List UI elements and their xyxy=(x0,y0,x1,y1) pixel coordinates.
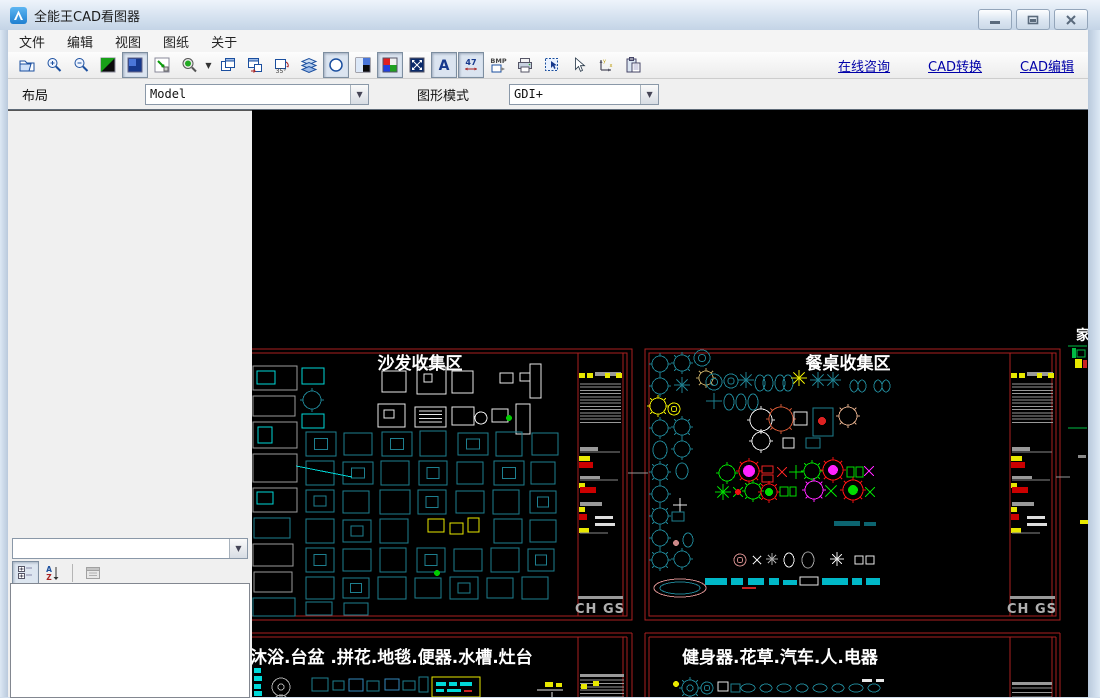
svg-text:Z: Z xyxy=(46,573,52,582)
cad-side-frame-label: 家 xyxy=(1076,327,1088,344)
display-half-icon-button[interactable] xyxy=(350,52,376,78)
cad-frame-title-2: 沐浴.台盆 .拼花.地毯.便器.水槽.灶台 xyxy=(252,647,533,668)
main-toolbar: ▼ 35° A 47 BMP x y 在线咨询 CAD转换 CAD编辑 xyxy=(8,52,1088,79)
chevron-down-icon[interactable]: ▼ xyxy=(640,84,659,104)
graphics-mode-label: 图形模式 xyxy=(417,88,470,104)
close-button[interactable] xyxy=(1054,9,1088,30)
toolbar-icons: ▼ 35° A 47 BMP x y xyxy=(14,52,647,78)
window-new-icon-button[interactable] xyxy=(242,52,268,78)
layers-icon-button[interactable] xyxy=(296,52,322,78)
window-title: 全能王CAD看图器 xyxy=(34,9,140,25)
svg-text:A: A xyxy=(439,58,450,74)
window-cascade-icon-button[interactable] xyxy=(215,52,241,78)
print-icon-button[interactable] xyxy=(512,52,538,78)
svg-text:BMP: BMP xyxy=(490,57,506,65)
app-icon xyxy=(10,6,27,24)
toolbar-link-2[interactable]: CAD编辑 xyxy=(1020,56,1074,75)
select-icon-button[interactable] xyxy=(566,52,592,78)
maximize-button[interactable] xyxy=(1016,9,1050,30)
chevron-down-icon[interactable]: ▼ xyxy=(350,84,369,104)
property-pages-button[interactable] xyxy=(79,561,106,585)
title-block-stamp: CH GS xyxy=(1007,602,1057,617)
paste-icon-button[interactable] xyxy=(620,52,646,78)
menu-item-3[interactable]: 图纸 xyxy=(152,30,200,53)
zoom-in-icon-button[interactable] xyxy=(41,52,67,78)
menu-item-2[interactable]: 视图 xyxy=(104,30,152,53)
layout-label: 布局 xyxy=(22,88,49,104)
categorized-view-button[interactable] xyxy=(12,561,39,585)
menu-item-4[interactable]: 关于 xyxy=(200,30,248,53)
layout-combobox-value: Model xyxy=(150,86,187,101)
select-window-icon-button[interactable] xyxy=(539,52,565,78)
shade-mode-icon-button[interactable] xyxy=(122,52,148,78)
object-filter-combobox[interactable]: ▼ xyxy=(12,538,248,559)
cad-frame-title-3: 健身器.花草.汽车.人.电器 xyxy=(682,647,879,668)
window-border-left xyxy=(0,30,8,697)
toolbar-separator xyxy=(72,564,73,582)
cad-frame-title-1: 餐桌收集区 xyxy=(806,353,891,374)
orbit-icon-button[interactable] xyxy=(323,52,349,78)
graphics-mode-combobox-value: GDI+ xyxy=(514,86,543,101)
property-list[interactable] xyxy=(10,583,250,698)
sort-alphabetical-button[interactable]: AZ xyxy=(39,561,66,585)
layout-bar: 布局 Model ▼ 图形模式 GDI+ ▼ xyxy=(8,79,1088,110)
toolbar-links: 在线咨询 CAD转换 CAD编辑 xyxy=(838,56,1074,75)
background-toggle-icon-button[interactable] xyxy=(95,52,121,78)
properties-toolbar: AZ xyxy=(12,561,106,585)
minimize-button[interactable] xyxy=(978,9,1012,30)
color-mode-icon-button[interactable] xyxy=(377,52,403,78)
graphics-mode-combobox[interactable]: GDI+ ▼ xyxy=(509,83,660,105)
flyout-caret-icon[interactable]: ▼ xyxy=(203,53,214,77)
rotate-view-icon-button[interactable]: 35° xyxy=(269,52,295,78)
dimension-toggle-icon-button[interactable]: 47 xyxy=(458,52,484,78)
chevron-down-icon[interactable]: ▼ xyxy=(229,539,247,558)
zoom-extents-icon-button[interactable] xyxy=(404,52,430,78)
svg-text:x: x xyxy=(610,63,613,69)
zoom-window-icon-button[interactable] xyxy=(149,52,175,78)
cad-canvas[interactable]: CH GS CH GS 沙发收集区 餐桌收集区沐浴.台盆 .拼花.地毯.便器.水槽.灶… xyxy=(252,110,1088,697)
zoom-tool-icon-button[interactable] xyxy=(176,52,202,78)
menu-item-0[interactable]: 文件 xyxy=(8,30,56,53)
zoom-out-icon-button[interactable] xyxy=(68,52,94,78)
cad-frame-title-0: 沙发收集区 xyxy=(378,353,463,374)
layout-combobox[interactable]: Model ▼ xyxy=(145,83,370,105)
svg-text:47: 47 xyxy=(465,58,476,67)
svg-text:y: y xyxy=(603,59,606,65)
toolbar-link-0[interactable]: 在线咨询 xyxy=(838,56,890,75)
title-bar: 全能王CAD看图器 xyxy=(0,0,1100,31)
toolbar-link-1[interactable]: CAD转换 xyxy=(928,56,982,75)
text-toggle-icon-button[interactable]: A xyxy=(431,52,457,78)
object-filter-value xyxy=(13,539,229,558)
svg-text:35°: 35° xyxy=(276,68,287,74)
open-icon-button[interactable] xyxy=(14,52,40,78)
properties-sidebar: ▼ AZ xyxy=(8,110,252,698)
title-block-stamp: CH GS xyxy=(575,602,625,617)
menu-item-1[interactable]: 编辑 xyxy=(56,30,104,53)
cad-drawing: CH GS CH GS 沙发收集区 餐桌收集区沐浴.台盆 .拼花.地毯.便器.水槽.灶… xyxy=(252,327,1088,697)
ucs-axis-icon-button[interactable]: xy xyxy=(593,52,619,78)
window-border-right xyxy=(1088,30,1100,697)
export-bmp-icon-button[interactable]: BMP xyxy=(485,52,511,78)
menu-bar: 文件 编辑 视图 图纸 关于 xyxy=(8,30,1088,53)
